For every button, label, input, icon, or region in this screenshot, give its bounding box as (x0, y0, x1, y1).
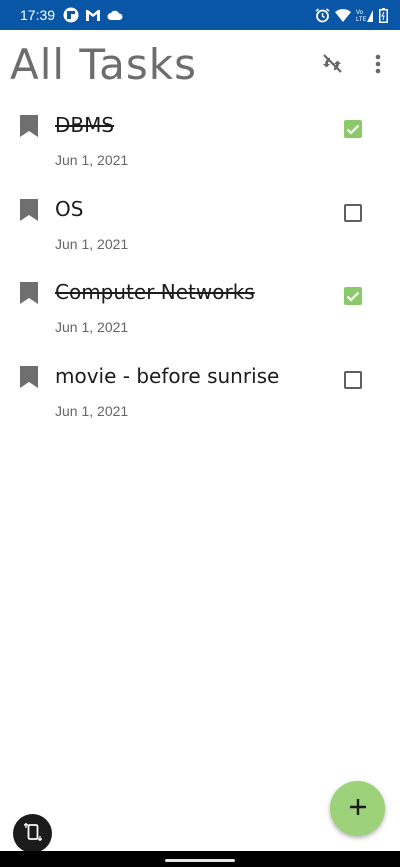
alarm-icon (315, 7, 330, 23)
svg-text:Vo: Vo (356, 10, 364, 16)
task-checkbox[interactable] (344, 371, 362, 390)
task-checkbox[interactable] (344, 287, 362, 306)
flipboard-icon (63, 7, 79, 23)
plus-icon (349, 798, 367, 820)
app-bar: All Tasks (0, 30, 400, 106)
svg-text:LTE: LTE (356, 17, 367, 23)
cloud-icon (107, 10, 123, 21)
sync-button[interactable] (318, 52, 346, 80)
bookmark-icon (20, 115, 38, 137)
task-date: Jun 1, 2021 (55, 152, 129, 168)
home-gesture-handle[interactable] (165, 859, 235, 862)
volte-signal-icon: Vo LTE (356, 8, 374, 23)
task-title: Computer Networks (55, 280, 255, 305)
sync-disabled-icon (320, 52, 344, 80)
page-title: All Tasks (10, 40, 197, 89)
task-date: Jun 1, 2021 (55, 403, 129, 420)
status-left-icons (63, 7, 123, 23)
status-right-icons: Vo LTE (315, 7, 388, 23)
bookmark-icon (20, 282, 38, 305)
wifi-icon (335, 8, 351, 22)
task-title: DBMS (55, 113, 115, 137)
task-item[interactable]: Computer Networks Jun 1, 2021 (0, 273, 400, 357)
bookmark-icon (20, 366, 38, 389)
navigation-bar (0, 851, 400, 867)
screen-rotation-button[interactable] (13, 814, 52, 853)
status-time: 17:39 (20, 7, 56, 23)
task-date: Jun 1, 2021 (55, 319, 129, 336)
task-item[interactable]: DBMS Jun 1, 2021 (0, 106, 400, 190)
task-list: DBMS Jun 1, 2021 OS Jun 1, 2021 Computer… (0, 106, 400, 441)
task-title: OS (55, 196, 84, 221)
status-bar: 17:39 Vo LTE (0, 0, 400, 30)
task-checkbox[interactable] (344, 120, 362, 138)
task-title: movie - before sunrise (55, 364, 280, 389)
gmail-icon (85, 9, 101, 22)
screen-rotation-icon (23, 822, 42, 846)
task-date: Jun 1, 2021 (55, 235, 129, 252)
add-task-button[interactable] (330, 781, 385, 836)
task-item[interactable]: OS Jun 1, 2021 (0, 190, 400, 274)
bookmark-icon (20, 198, 38, 221)
more-vert-icon (375, 54, 381, 78)
battery-icon (379, 7, 388, 23)
task-item[interactable]: movie - before sunrise Jun 1, 2021 (0, 357, 400, 441)
more-options-button[interactable] (366, 52, 390, 80)
task-checkbox[interactable] (344, 203, 362, 222)
